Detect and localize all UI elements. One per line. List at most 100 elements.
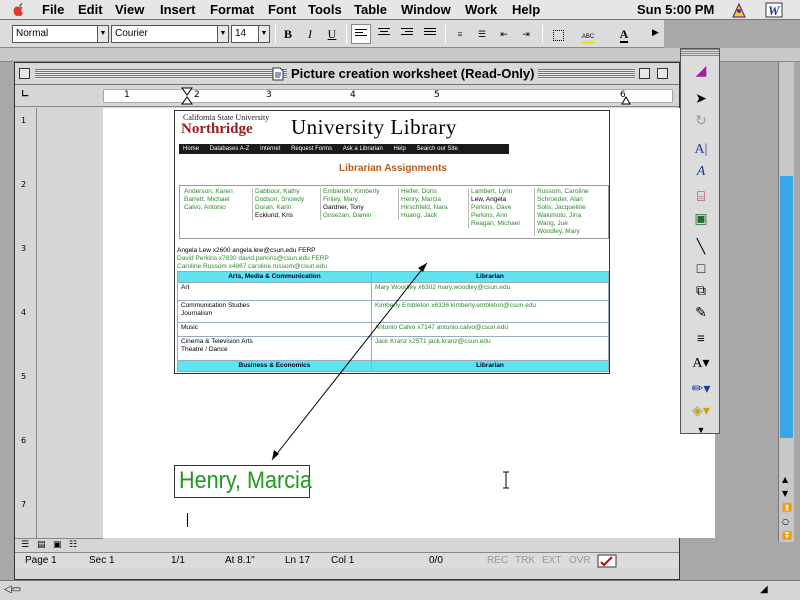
bullet-list-icon: ☰ [477,29,487,39]
librarian-name: Woodley, Mary [537,228,580,235]
menu-clock[interactable]: Sun 5:00 PM [637,2,714,17]
align-center-button[interactable] [374,24,394,44]
menu-file[interactable]: File [42,2,64,17]
rectangle-tool-icon[interactable]: □ [687,259,715,281]
numbering-button[interactable]: ≡ [450,24,470,44]
line-color-icon[interactable]: ✏▾ [687,379,715,401]
chevron-down-icon[interactable]: ▼ [258,26,269,42]
callout-text-box[interactable]: Henry, Marcia [174,465,312,498]
menu-edit[interactable]: Edit [78,2,103,17]
librarian-name: Embleton, Kimberly [323,188,380,195]
bullets-button[interactable]: ☰ [472,24,492,44]
scroll-down-arrow-icon[interactable]: ▼ [782,489,788,498]
font-color-button[interactable]: A [614,24,634,44]
palette-more-icon[interactable]: ▼ [687,419,715,441]
ruler-mark: 4 [350,90,356,100]
library-title: University Library [291,115,457,139]
menu-view[interactable]: View [115,2,144,17]
ruler-mark: 2 [21,180,27,189]
table-cell: Kimberly Embleton x6336 kimberly.embleto… [370,300,609,323]
select-browse-object-icon[interactable]: ○ [782,517,789,526]
menu-font[interactable]: Font [268,2,296,17]
line-style-icon[interactable]: ≡ [687,329,715,351]
status-rec[interactable]: REC [487,555,508,566]
status-ovr[interactable]: OVR [569,555,591,566]
collapse-box-icon[interactable] [657,68,668,79]
highlight-button[interactable]: ABC [578,24,598,44]
divider [445,25,446,43]
control-strip-tab-icon[interactable]: ◁▭ [4,584,21,595]
toolbar-more-icon[interactable]: ▶ [652,28,659,38]
page-layout-icon[interactable]: ▣ [53,540,62,550]
status-ext[interactable]: EXT [542,555,561,566]
increase-indent-button[interactable]: ⇥ [516,24,536,44]
table-header-row: Arts, Media & Communication Librarian [177,271,609,283]
table-cell: Cinema & Television Arts Theatre / Dance [177,336,372,361]
menu-format[interactable]: Format [210,2,254,17]
apple-menu-icon[interactable] [12,2,26,17]
next-page-icon[interactable]: ⏬ [782,531,792,540]
italic-button[interactable]: I [300,24,320,44]
scroll-up-arrow-icon[interactable]: ▲ [782,475,788,484]
librarian-name: Hirschfeld, Nara [401,204,448,211]
vertical-scrollbar[interactable]: ▲ ▼ ⏫ ○ ⏬ [778,62,794,542]
divider [346,25,347,43]
decrease-indent-button[interactable]: ⇤ [494,24,514,44]
zoom-box-icon[interactable] [639,68,650,79]
draw-menu-icon[interactable]: ◢ [687,61,715,83]
underline-button[interactable]: U [322,24,342,44]
window-titlebar[interactable]: Picture creation worksheet (Read-Only) [15,63,679,85]
previous-page-icon[interactable]: ⏫ [782,503,792,512]
tab-stop-selector-icon[interactable]: ∟ [21,89,29,100]
scroll-thumb[interactable] [780,176,793,438]
vertical-ruler[interactable]: 1 2 3 4 5 6 7 [15,108,37,538]
word-app-icon[interactable]: W [765,2,783,18]
insert-clipart-icon[interactable]: ▣ [687,209,715,231]
borders-button[interactable] [548,24,568,44]
bold-button[interactable]: B [278,24,298,44]
resize-grip-icon[interactable]: ◢ [760,584,768,595]
menu-work[interactable]: Work [465,2,497,17]
text-box-icon[interactable]: A| [687,139,715,161]
ruler-mark: 1 [124,90,130,100]
line-tool-icon[interactable]: ╲ [687,237,715,259]
style-dropdown[interactable]: Normal ▼ [12,25,109,43]
menu-help[interactable]: Help [512,2,540,17]
normal-view-icon[interactable]: ☰ [21,540,29,550]
menu-window[interactable]: Window [401,2,451,17]
rotate-icon[interactable]: ↻ [687,111,715,133]
palette-titlebar[interactable] [681,49,719,57]
autoshapes-icon[interactable]: ⧉ [687,281,715,303]
chevron-down-icon[interactable]: ▼ [97,26,108,42]
horizontal-ruler[interactable]: ∟ 1 2 3 4 5 6 [15,85,679,107]
select-objects-icon[interactable]: ➤ [687,89,715,111]
online-layout-icon[interactable]: ▤ [37,540,46,550]
status-trk[interactable]: TRK [515,555,535,566]
embedded-screenshot[interactable]: California State University Northridge U… [174,110,610,374]
insert-picture-icon[interactable]: ⌸ [687,187,715,209]
outline-view-icon[interactable]: ☷ [69,540,77,550]
indent-marker-icon[interactable] [181,87,193,107]
font-size-dropdown[interactable]: 14 ▼ [231,25,270,43]
right-indent-marker-icon[interactable] [621,95,631,105]
menu-tools[interactable]: Tools [308,2,342,17]
ibeam-cursor-icon [503,471,509,489]
justify-button[interactable] [420,24,440,44]
assistant-icon[interactable] [730,2,748,19]
status-column: Col 1 [331,555,355,566]
librarian-name: Finley, Mary [323,196,358,203]
spelling-status-icon[interactable] [597,554,617,568]
northridge-logo: Northridge [181,121,253,137]
align-right-button[interactable] [397,24,417,44]
close-box-icon[interactable] [19,68,30,79]
font-dropdown[interactable]: Courier ▼ [111,25,229,43]
librarian-name: Wakimoto, Jina [537,212,582,219]
wordart-icon[interactable]: A [687,161,715,183]
librarian-names-grid: Anderson, Karen Barrett, Michael Calvo, … [179,185,609,239]
align-left-button[interactable] [351,24,371,44]
freeform-icon[interactable]: ✎ [687,303,715,325]
menu-table[interactable]: Table [354,2,387,17]
text-style-icon[interactable]: A▾ [687,353,715,375]
menu-insert[interactable]: Insert [160,2,195,17]
chevron-down-icon[interactable]: ▼ [217,26,228,42]
